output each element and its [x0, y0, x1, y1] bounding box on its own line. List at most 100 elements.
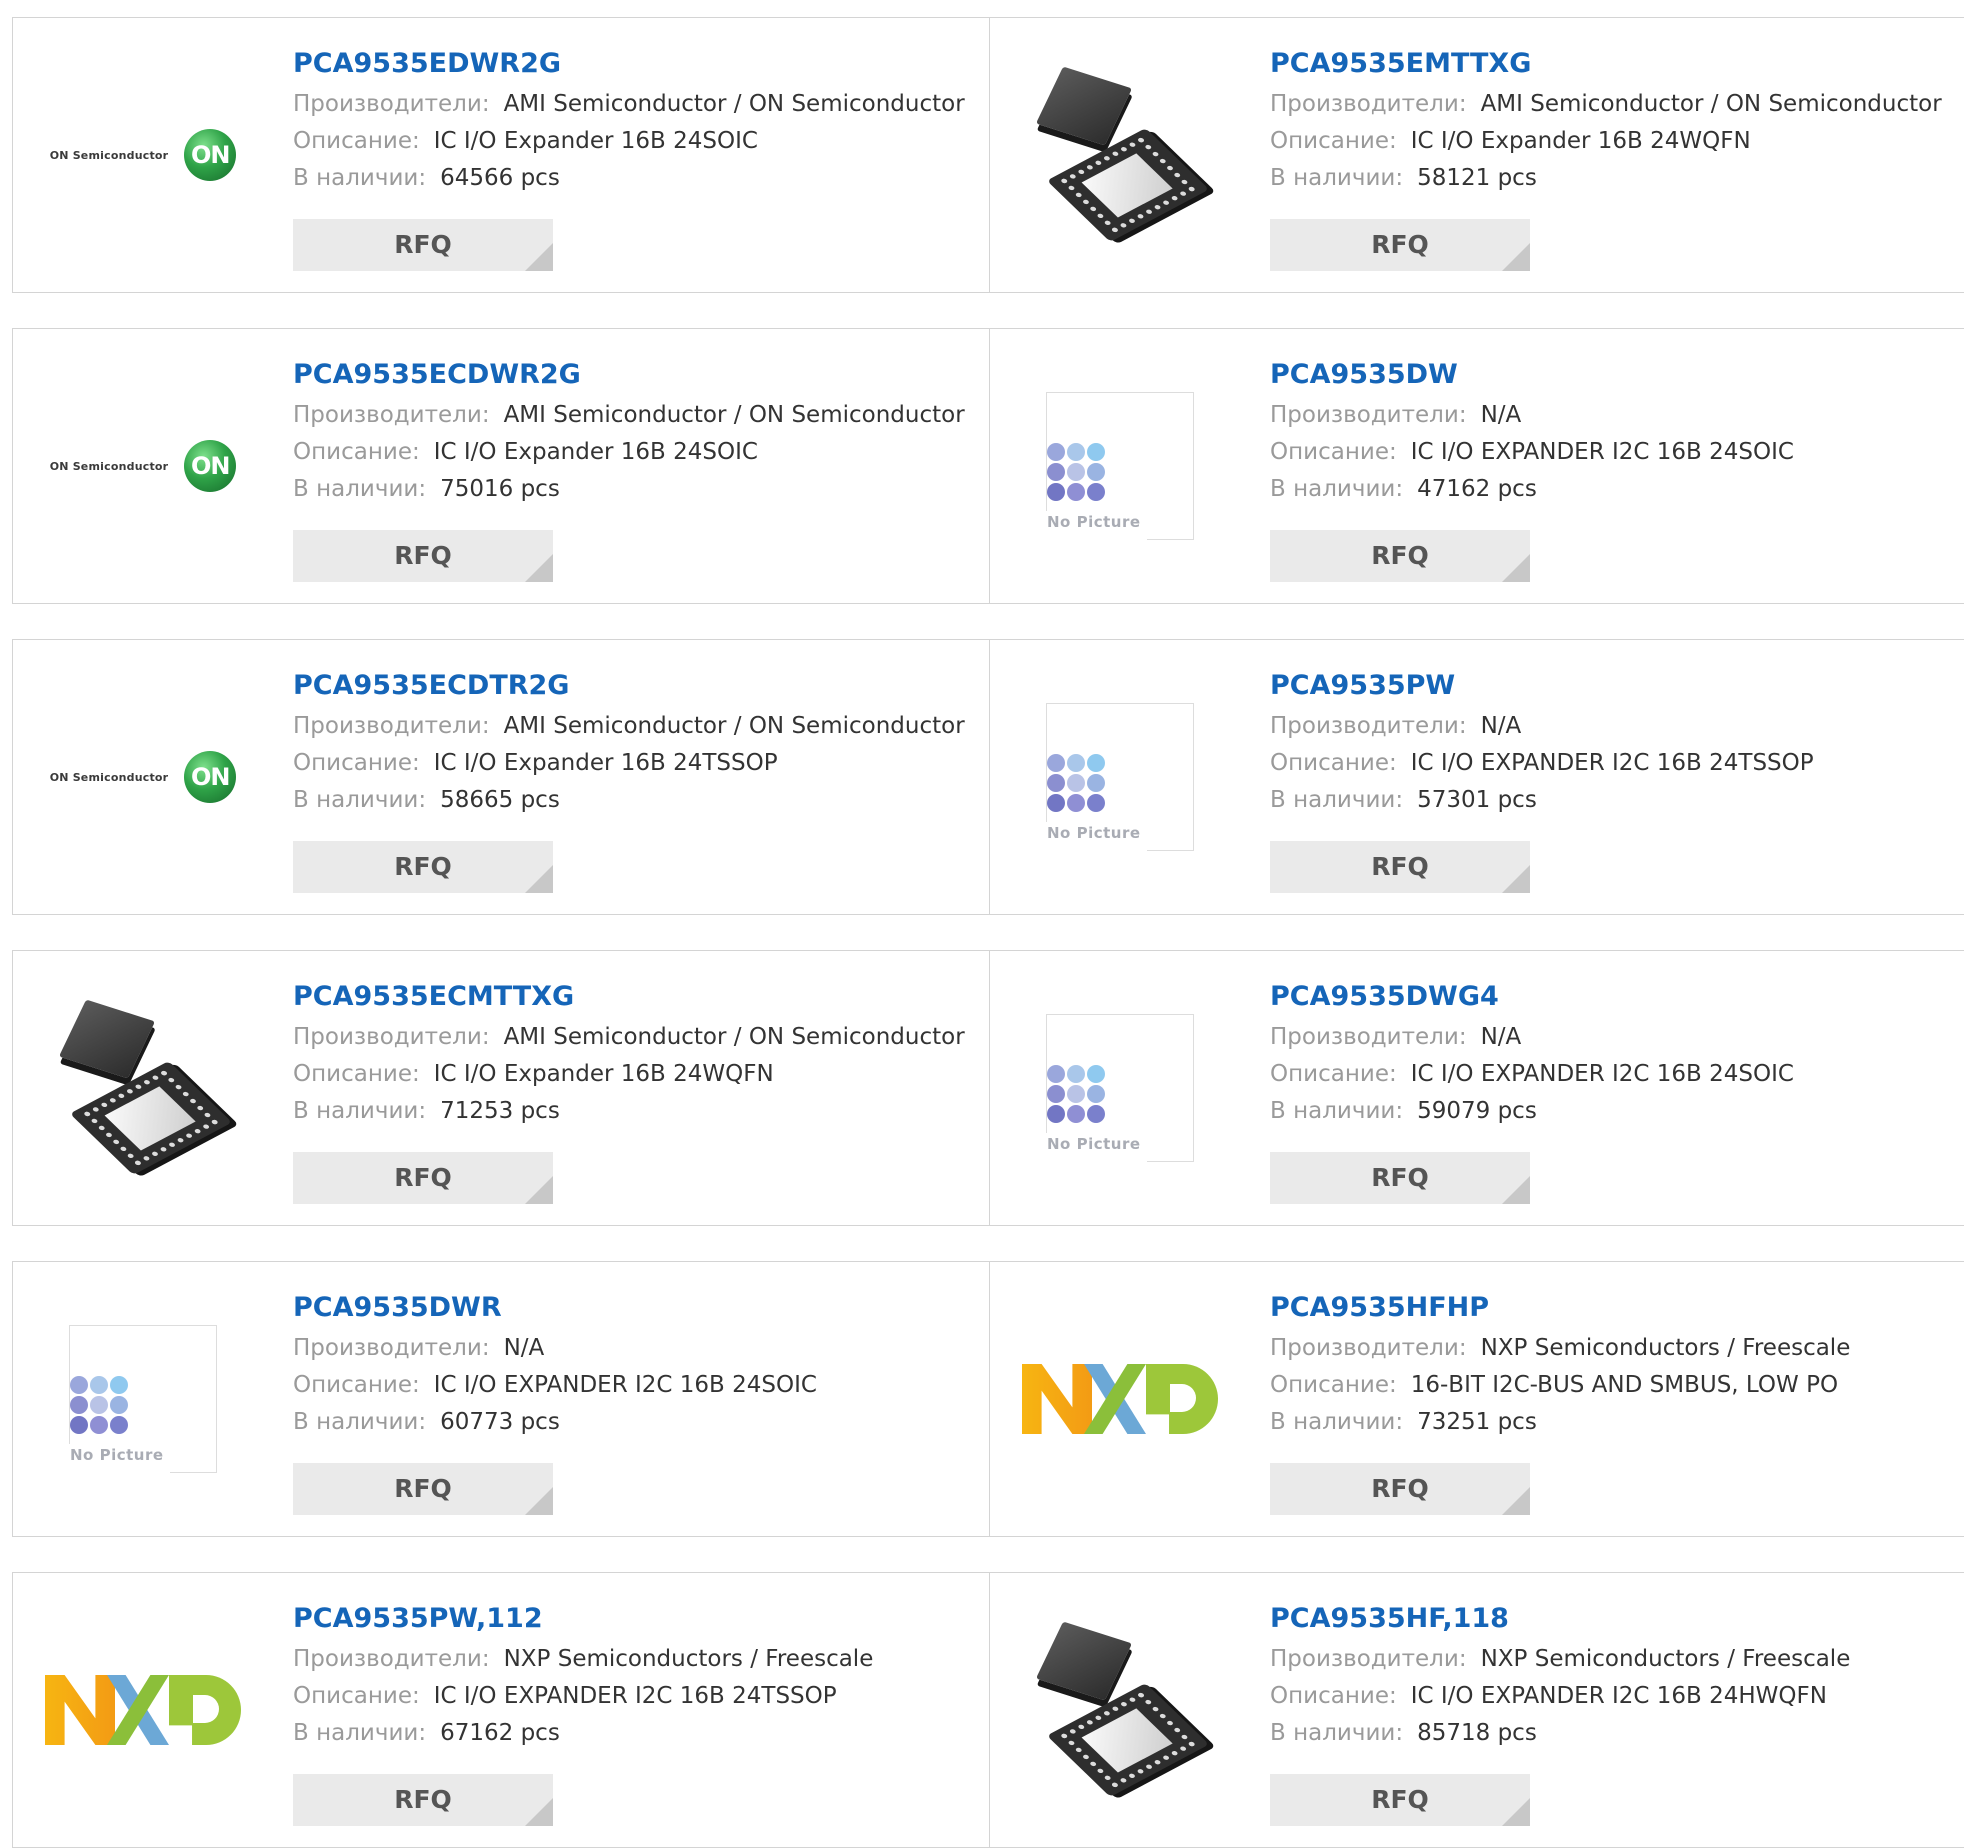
stock-value: 57301 pcs — [1417, 787, 1537, 813]
rfq-label: RFQ — [394, 1163, 452, 1192]
product-card-1: PCA9535EMTTXG Производители: AMI Semicond… — [990, 18, 1964, 292]
stock-label: В наличии: — [1270, 1098, 1404, 1124]
product-info: PCA9535EDWR2G Производители: AMI Semicond… — [293, 46, 979, 197]
product-info: PCA9535ECDWR2G Производители: AMI Semicon… — [293, 357, 979, 508]
qfn-chip-image — [43, 988, 243, 1188]
part-number-link[interactable]: PCA9535EMTTXG — [1270, 46, 1954, 86]
manufacturer-value: AMI Semiconductor / ON Semiconductor — [503, 1024, 965, 1050]
manufacturer-row: Производители: AMI Semiconductor / ON Sem… — [293, 86, 979, 123]
product-image[interactable]: No Picture — [1020, 988, 1220, 1188]
rfq-button[interactable]: RFQ — [293, 530, 553, 582]
on-logo-mark: ON — [191, 141, 230, 169]
stock-row: В наличии: 71253 pcs — [293, 1093, 979, 1130]
product-info: PCA9535DW Производители: N/A Описание: IC … — [1270, 357, 1954, 508]
part-number-link[interactable]: PCA9535PW,112 — [293, 1601, 979, 1641]
part-number-link[interactable]: PCA9535DWG4 — [1270, 979, 1954, 1019]
rfq-button[interactable]: RFQ — [1270, 841, 1530, 893]
manufacturer-label: Производители: — [293, 1024, 490, 1050]
product-card-11: PCA9535HF,118 Производители: NXP Semicond… — [990, 1573, 1964, 1847]
product-image[interactable]: No Picture — [1020, 366, 1220, 566]
product-image[interactable] — [43, 988, 243, 1188]
stock-label: В наличии: — [293, 787, 427, 813]
product-image[interactable] — [43, 1610, 243, 1810]
rfq-button[interactable]: RFQ — [1270, 1463, 1530, 1515]
chip-bottom-view — [69, 1061, 233, 1175]
product-image[interactable]: ON Semiconductor ON — [43, 677, 243, 877]
product-image[interactable]: No Picture — [43, 1299, 243, 1499]
rfq-button[interactable]: RFQ — [1270, 1152, 1530, 1204]
rfq-button[interactable]: RFQ — [293, 1152, 553, 1204]
description-row: Описание: IC I/O Expander 16B 24TSSOP — [293, 745, 979, 782]
no-picture-label: No Picture — [1047, 824, 1141, 842]
manufacturer-label: Производители: — [1270, 1024, 1467, 1050]
stock-value: 67162 pcs — [440, 1720, 560, 1746]
product-info: PCA9535ECMTTXG Производители: AMI Semicon… — [293, 979, 979, 1130]
product-info: PCA9535EMTTXG Производители: AMI Semicond… — [1270, 46, 1954, 197]
rfq-corner-decoration — [525, 1798, 553, 1826]
manufacturer-label: Производители: — [293, 91, 490, 117]
part-number-link[interactable]: PCA9535HFHP — [1270, 1290, 1954, 1330]
part-number-link[interactable]: PCA9535HF,118 — [1270, 1601, 1954, 1641]
rfq-button[interactable]: RFQ — [1270, 219, 1530, 271]
rfq-button[interactable]: RFQ — [293, 1463, 553, 1515]
rfq-button[interactable]: RFQ — [293, 219, 553, 271]
manufacturer-row: Производители: N/A — [1270, 708, 1954, 745]
stock-row: В наличии: 60773 pcs — [293, 1404, 979, 1441]
part-number-link[interactable]: PCA9535DW — [1270, 357, 1954, 397]
no-picture-placeholder: No Picture — [1045, 1014, 1194, 1163]
part-number-link[interactable]: PCA9535ECDWR2G — [293, 357, 979, 397]
stock-row: В наличии: 57301 pcs — [1270, 782, 1954, 819]
on-logo-circle: ON — [184, 129, 237, 181]
rfq-label: RFQ — [394, 852, 452, 881]
product-image[interactable] — [1020, 55, 1220, 255]
description-row: Описание: IC I/O Expander 16B 24SOIC — [293, 123, 979, 160]
rfq-button[interactable]: RFQ — [293, 841, 553, 893]
stock-value: 73251 pcs — [1417, 1409, 1537, 1435]
rfq-corner-decoration — [525, 1176, 553, 1204]
part-number-link[interactable]: PCA9535EDWR2G — [293, 46, 979, 86]
description-label: Описание: — [1270, 439, 1397, 465]
rfq-button[interactable]: RFQ — [293, 1774, 553, 1826]
product-image[interactable] — [1020, 1299, 1220, 1499]
manufacturer-label: Производители: — [1270, 402, 1467, 428]
manufacturer-row: Производители: AMI Semiconductor / ON Sem… — [1270, 86, 1954, 123]
description-value: IC I/O EXPANDER I2C 16B 24TSSOP — [1410, 750, 1814, 776]
on-semiconductor-logo: ON Semiconductor ON — [50, 129, 237, 181]
part-number-link[interactable]: PCA9535ECMTTXG — [293, 979, 979, 1019]
description-label: Описание: — [1270, 750, 1397, 776]
description-label: Описание: — [293, 750, 420, 776]
stock-label: В наличии: — [293, 476, 427, 502]
description-label: Описание: — [1270, 1061, 1397, 1087]
description-value: IC I/O EXPANDER I2C 16B 24TSSOP — [433, 1683, 837, 1709]
manufacturer-row: Производители: N/A — [293, 1330, 979, 1367]
description-label: Описание: — [1270, 1683, 1397, 1709]
stock-row: В наличии: 67162 pcs — [293, 1715, 979, 1752]
product-info: PCA9535HFHP Производители: NXP Semiconduc… — [1270, 1290, 1954, 1441]
description-row: Описание: IC I/O EXPANDER I2C 16B 24SOIC — [293, 1367, 979, 1404]
part-number-link[interactable]: PCA9535DWR — [293, 1290, 979, 1330]
manufacturer-label: Производители: — [1270, 91, 1467, 117]
product-image[interactable]: ON Semiconductor ON — [43, 366, 243, 566]
stock-row: В наличии: 47162 pcs — [1270, 471, 1954, 508]
manufacturer-row: Производители: AMI Semiconductor / ON Sem… — [293, 397, 979, 434]
product-image[interactable]: No Picture — [1020, 677, 1220, 877]
rfq-corner-decoration — [525, 243, 553, 271]
rfq-button[interactable]: RFQ — [1270, 1774, 1530, 1826]
manufacturer-label: Производители: — [1270, 1646, 1467, 1672]
product-card-0: ON Semiconductor ON PCA9535EDWR2G Произв… — [12, 18, 990, 292]
stock-row: В наличии: 59079 pcs — [1270, 1093, 1954, 1130]
product-image[interactable] — [1020, 1610, 1220, 1810]
part-number-link[interactable]: PCA9535ECDTR2G — [293, 668, 979, 708]
description-row: Описание: IC I/O EXPANDER I2C 16B 24SOIC — [1270, 434, 1954, 471]
chip-bottom-view — [1046, 128, 1210, 242]
description-label: Описание: — [293, 1683, 420, 1709]
product-image[interactable]: ON Semiconductor ON — [43, 55, 243, 255]
product-row: ON Semiconductor ON PCA9535ECDWR2G Произ… — [12, 328, 1964, 604]
manufacturer-row: Производители: N/A — [1270, 397, 1954, 434]
part-number-link[interactable]: PCA9535PW — [1270, 668, 1954, 708]
rfq-button[interactable]: RFQ — [1270, 530, 1530, 582]
product-info: PCA9535DWG4 Производители: N/A Описание: I… — [1270, 979, 1954, 1130]
manufacturer-value: NXP Semiconductors / Freescale — [1480, 1646, 1851, 1672]
description-label: Описание: — [293, 1372, 420, 1398]
manufacturer-row: Производители: N/A — [1270, 1019, 1954, 1056]
